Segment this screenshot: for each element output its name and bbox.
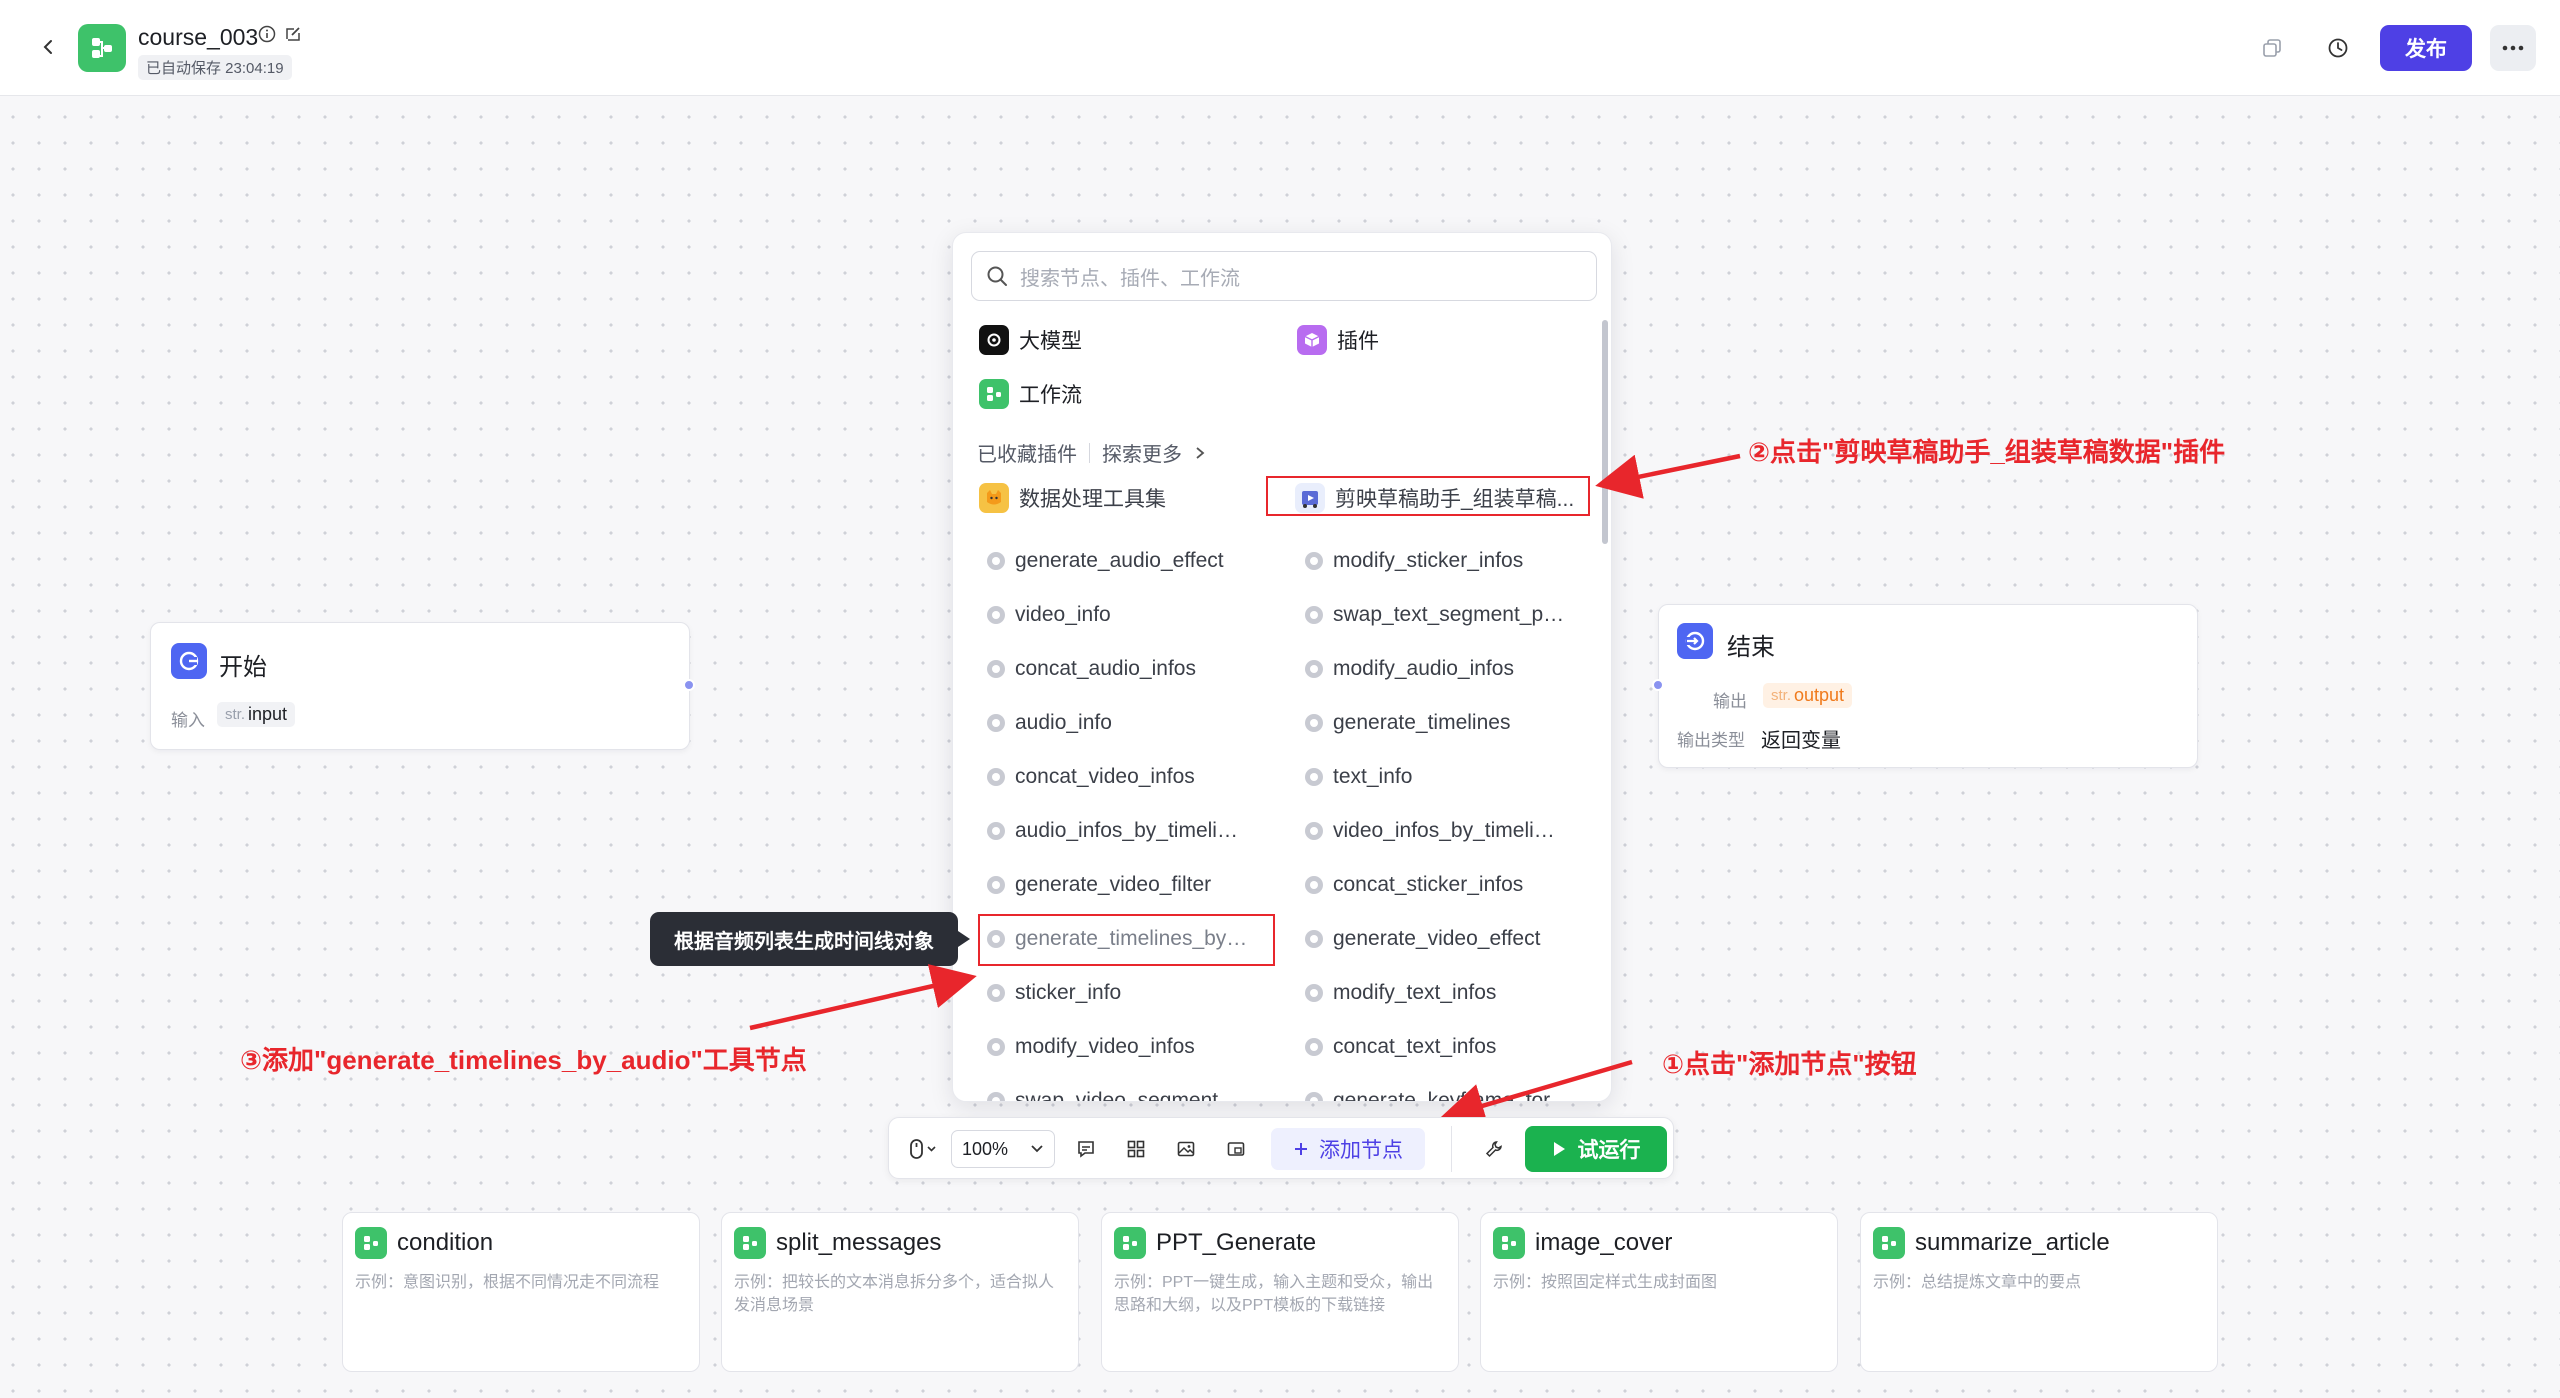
template-card-ppt-generate[interactable]: PPT_Generate 示例：PPT一键生成，输入主题和受众，输出思路和大纲，… bbox=[1101, 1212, 1459, 1372]
toolbar-divider bbox=[1451, 1126, 1452, 1172]
workflow-icon bbox=[1873, 1227, 1905, 1259]
template-card-image-cover[interactable]: image_cover 示例：按照固定样式生成封面图 bbox=[1480, 1212, 1838, 1372]
debug-tools-button[interactable] bbox=[1475, 1130, 1513, 1168]
card-description: 示例：按照固定样式生成封面图 bbox=[1493, 1274, 1718, 1291]
add-node-label: 添加节点 bbox=[1319, 1139, 1403, 1162]
annotation-step1: ①点击"添加节点"按钮 bbox=[1662, 1049, 1917, 1079]
card-title: image_cover bbox=[1535, 1229, 1673, 1256]
play-icon bbox=[1553, 1142, 1565, 1156]
annotation-step2: ②点击"剪映草稿助手_组装草稿数据"插件 bbox=[1748, 437, 2226, 467]
image-icon bbox=[1177, 1141, 1195, 1157]
chevron-down-icon bbox=[1031, 1145, 1043, 1153]
arrow-step2 bbox=[1595, 453, 1741, 499]
card-title: split_messages bbox=[776, 1229, 942, 1256]
minimap-button[interactable] bbox=[1167, 1130, 1205, 1168]
fit-view-button[interactable] bbox=[1217, 1130, 1255, 1168]
wrench-icon bbox=[1485, 1141, 1502, 1158]
add-node-button[interactable]: 添加节点 bbox=[1271, 1128, 1425, 1170]
workflow-icon bbox=[1493, 1227, 1525, 1259]
card-description: 示例：PPT一键生成，输入主题和受众，输出思路和大纲，以及PPT模板的下载链接 bbox=[1114, 1274, 1434, 1314]
fit-view-icon bbox=[1227, 1142, 1245, 1156]
zoom-value: 100% bbox=[962, 1138, 1009, 1159]
workflow-icon bbox=[355, 1227, 387, 1259]
auto-layout-button[interactable] bbox=[1117, 1130, 1155, 1168]
comment-icon bbox=[1078, 1141, 1094, 1158]
test-run-button[interactable]: 试运行 bbox=[1525, 1126, 1667, 1172]
card-title: PPT_Generate bbox=[1156, 1229, 1317, 1256]
mouse-icon bbox=[910, 1139, 936, 1159]
layout-grid-icon bbox=[1127, 1140, 1145, 1158]
card-description: 示例：意图识别，根据不同情况走不同流程 bbox=[355, 1274, 660, 1291]
card-title: condition bbox=[397, 1229, 494, 1256]
canvas-toolbar: 100% 添加节点 试运行 bbox=[888, 1117, 1674, 1179]
template-card-summarize-article[interactable]: summarize_article 示例：总结提炼文章中的要点 bbox=[1860, 1212, 2218, 1372]
comment-button[interactable] bbox=[1067, 1130, 1105, 1168]
run-label: 试运行 bbox=[1577, 1139, 1641, 1162]
template-card-condition[interactable]: condition 示例：意图识别，根据不同情况走不同流程 bbox=[342, 1212, 700, 1372]
annotation-arrows bbox=[749, 453, 1741, 1128]
template-card-split-messages[interactable]: split_messages 示例：把较长的文本消息拆分多个，适合拟人发消息场景 bbox=[721, 1212, 1079, 1372]
card-description: 示例：总结提炼文章中的要点 bbox=[1873, 1274, 2082, 1291]
workflow-icon bbox=[734, 1227, 766, 1259]
workflow-icon bbox=[1114, 1227, 1146, 1259]
arrow-step3 bbox=[749, 964, 977, 1031]
card-title: summarize_article bbox=[1915, 1229, 2110, 1256]
annotation-step3: ③添加"generate_timelines_by_audio"工具节点 bbox=[240, 1045, 807, 1075]
zoom-select[interactable]: 100% bbox=[951, 1130, 1055, 1168]
card-description: 示例：把较长的文本消息拆分多个，适合拟人发消息场景 bbox=[734, 1274, 1055, 1314]
arrow-step1 bbox=[1439, 1059, 1633, 1128]
plus-icon bbox=[1295, 1143, 1307, 1155]
interaction-mode-button[interactable] bbox=[901, 1130, 945, 1168]
